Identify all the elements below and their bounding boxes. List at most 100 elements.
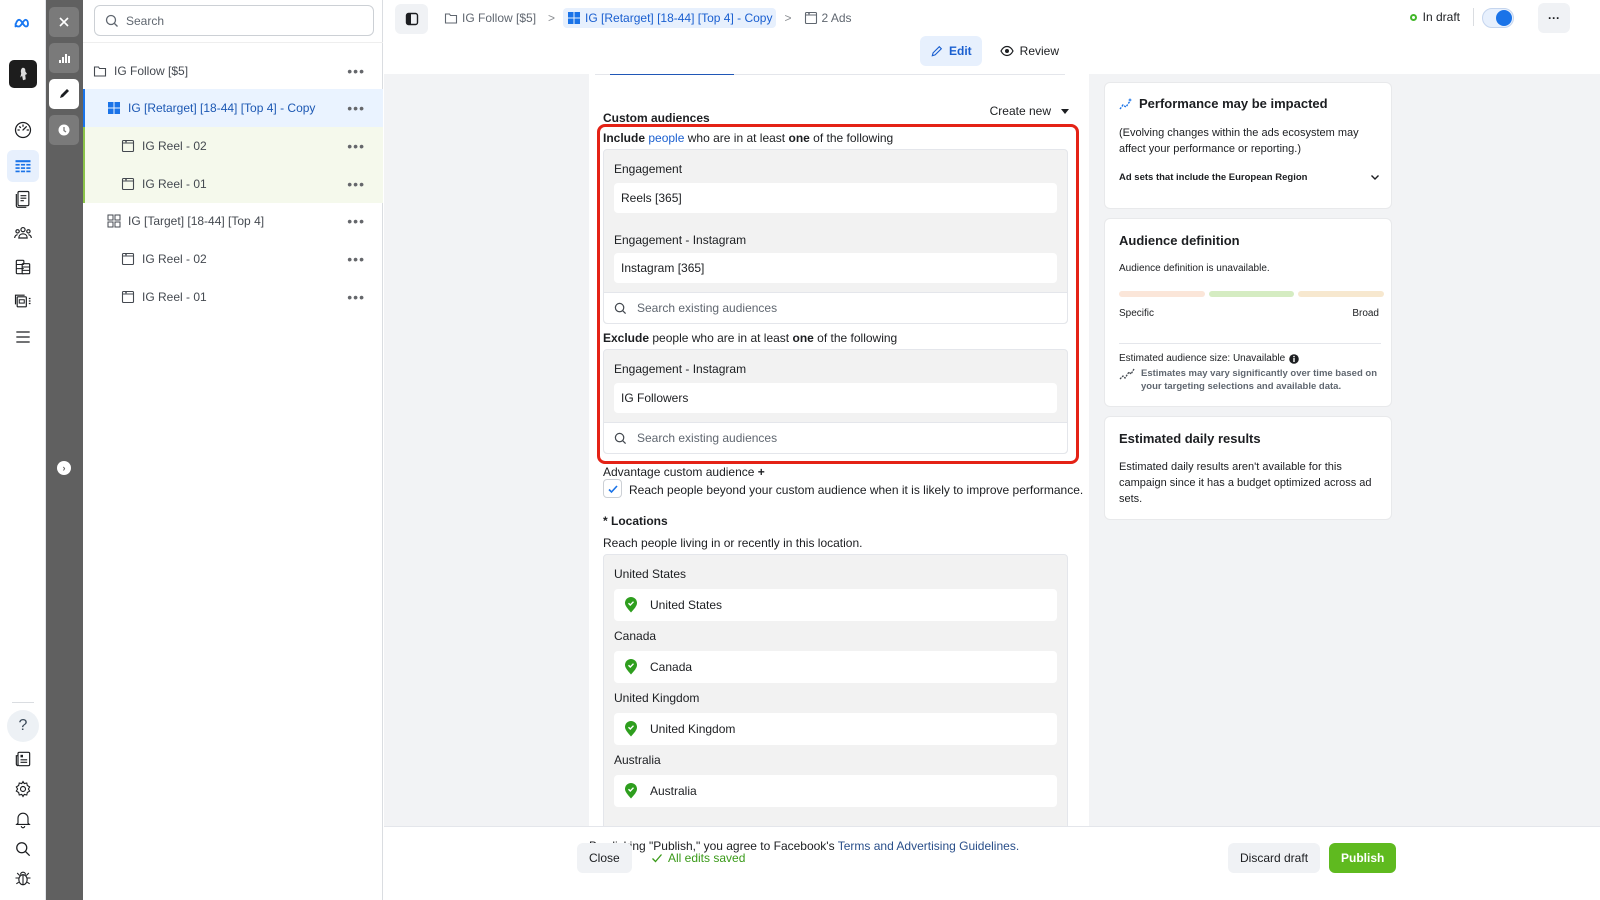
- folder-icon: [444, 13, 458, 24]
- breadcrumb: IG Follow [$5] > IG [Retarget] [18-44] […: [440, 6, 856, 30]
- more-options-icon[interactable]: •••: [347, 101, 365, 115]
- tree-row-label: IG Follow [$5]: [114, 64, 189, 78]
- pages-icon[interactable]: [7, 183, 39, 215]
- location-label: Australia: [614, 753, 661, 767]
- location-chip[interactable]: Canada: [614, 651, 1057, 683]
- custom-audiences-title: Custom audiences: [603, 111, 710, 125]
- caret-down-icon: [1061, 108, 1069, 114]
- meter-label-broad: Broad: [1352, 308, 1379, 319]
- tree-search-input[interactable]: [126, 13, 356, 28]
- toggle-panel-button[interactable]: [395, 4, 428, 34]
- terms-link[interactable]: Terms and Advertising Guidelines.: [838, 839, 1019, 853]
- location-label: United Kingdom: [614, 691, 700, 705]
- draft-status: In draft: [1409, 10, 1460, 24]
- publish-button[interactable]: Publish: [1329, 843, 1397, 873]
- account-avatar[interactable]: [9, 60, 37, 88]
- status-text: In draft: [1422, 10, 1460, 24]
- notifications-icon[interactable]: [7, 803, 39, 835]
- audiences-icon[interactable]: [7, 217, 39, 249]
- tab-review[interactable]: Review: [990, 36, 1069, 66]
- publish-footer: By clicking "Publish," you agree to Face…: [384, 826, 1600, 900]
- tab-edit[interactable]: Edit: [920, 36, 982, 66]
- more-options-icon[interactable]: •••: [347, 64, 365, 78]
- advantage-audience-checkbox[interactable]: [603, 479, 622, 498]
- reporting-button[interactable]: [49, 43, 79, 73]
- more-actions-button[interactable]: ···: [1538, 3, 1570, 33]
- tree-row-adset-selected[interactable]: IG [Retarget] [18-44] [Top 4] - Copy •••: [83, 89, 383, 127]
- more-options-icon[interactable]: •••: [347, 139, 365, 153]
- exclude-rule-text: Exclude people who are in at least one o…: [603, 331, 898, 345]
- locations-title: * Locations: [603, 514, 668, 528]
- include-audience-search-input[interactable]: [637, 301, 1037, 315]
- close-panel-button[interactable]: [49, 7, 79, 37]
- more-options-icon[interactable]: •••: [347, 290, 365, 304]
- meta-logo-icon[interactable]: [7, 8, 39, 40]
- adset-grid-icon: [107, 101, 121, 115]
- more-options-icon[interactable]: •••: [347, 252, 365, 266]
- location-chip[interactable]: United Kingdom: [614, 713, 1057, 745]
- status-dot-icon: [1409, 13, 1417, 21]
- chevron-right-icon: ›: [62, 463, 66, 473]
- breadcrumb-campaign[interactable]: IG Follow [$5]: [440, 8, 540, 28]
- adset-on-off-toggle[interactable]: [1482, 8, 1514, 28]
- campaigns-table-icon[interactable]: [7, 150, 39, 182]
- breadcrumb-ads[interactable]: 2 Ads: [800, 8, 856, 28]
- include-audience-search[interactable]: [604, 292, 1067, 323]
- info-icon[interactable]: [1289, 353, 1300, 364]
- menu-icon[interactable]: [7, 321, 39, 353]
- help-icon[interactable]: ?: [7, 710, 39, 742]
- tree-search[interactable]: [94, 5, 374, 36]
- settings-icon[interactable]: [7, 773, 39, 805]
- tree-row-ad[interactable]: IG Reel - 02 •••: [83, 127, 383, 165]
- create-new-dropdown[interactable]: Create new: [990, 104, 1069, 118]
- audience-definition-card: Audience definition Audience definition …: [1104, 218, 1392, 407]
- audience-meter-defined: [1209, 291, 1294, 297]
- chevron-down-icon: [1371, 175, 1379, 180]
- audience-size: Estimated audience size: Unavailable: [1119, 353, 1300, 364]
- tree-row-campaign[interactable]: IG Follow [$5] •••: [83, 52, 383, 90]
- locations-group: United States United States Canada Canad…: [603, 554, 1068, 826]
- exclude-audience-search-input[interactable]: [637, 431, 1037, 445]
- edit-mode-button[interactable]: [49, 79, 79, 109]
- sidebar-icon: [405, 12, 418, 26]
- close-button[interactable]: Close: [577, 843, 632, 873]
- catalog-icon[interactable]: [7, 285, 39, 317]
- audience-chip[interactable]: Instagram [365]: [614, 253, 1057, 283]
- editor-canvas: Custom audiences Create new Include peop…: [384, 74, 1600, 826]
- history-button[interactable]: [49, 115, 79, 145]
- search-icon[interactable]: [7, 833, 39, 865]
- audience-category-label: Engagement: [614, 162, 683, 176]
- tree-row-label: IG Reel - 01: [142, 290, 207, 304]
- more-options-icon[interactable]: •••: [347, 214, 365, 228]
- discard-draft-button[interactable]: Discard draft: [1228, 843, 1321, 873]
- campaign-tree-panel: IG Follow [$5] ••• IG [Retarget] [18-44]…: [83, 0, 383, 900]
- bug-report-icon[interactable]: [7, 862, 39, 894]
- tree-row-ad[interactable]: IG Reel - 02 •••: [83, 240, 383, 278]
- folder-icon: [93, 64, 107, 78]
- tree-row-label: IG Reel - 01: [142, 177, 207, 191]
- daily-results-card: Estimated daily results Estimated daily …: [1104, 416, 1392, 520]
- global-nav-rail: ?: [0, 0, 46, 900]
- news-icon[interactable]: [7, 743, 39, 775]
- audience-chip[interactable]: Reels [365]: [614, 183, 1057, 213]
- people-link[interactable]: people: [648, 131, 684, 145]
- close-icon: [59, 17, 69, 27]
- dashboard-gauge-icon[interactable]: [7, 114, 39, 146]
- tree-row-adset[interactable]: IG [Target] [18-44] [Top 4] •••: [83, 202, 383, 240]
- rail-divider: [12, 702, 34, 703]
- european-region-expander[interactable]: Ad sets that include the European Region: [1119, 171, 1381, 183]
- location-chip[interactable]: Australia: [614, 775, 1057, 807]
- location-chip[interactable]: United States: [614, 589, 1057, 621]
- tree-row-ad[interactable]: IG Reel - 01 •••: [83, 278, 383, 316]
- expand-panel-button[interactable]: ›: [57, 461, 71, 475]
- billing-icon[interactable]: [7, 251, 39, 283]
- exclude-audience-search[interactable]: [604, 422, 1067, 453]
- tree-row-ad[interactable]: IG Reel - 01 •••: [83, 165, 383, 203]
- toggle-knob: [1496, 10, 1512, 26]
- divider: [83, 42, 383, 43]
- exclude-audience-group: Engagement - Instagram IG Followers: [603, 349, 1068, 454]
- ad-icon: [121, 252, 135, 266]
- audience-chip[interactable]: IG Followers: [614, 383, 1057, 413]
- breadcrumb-adset[interactable]: IG [Retarget] [18-44] [Top 4] - Copy: [563, 8, 777, 28]
- more-options-icon[interactable]: •••: [347, 177, 365, 191]
